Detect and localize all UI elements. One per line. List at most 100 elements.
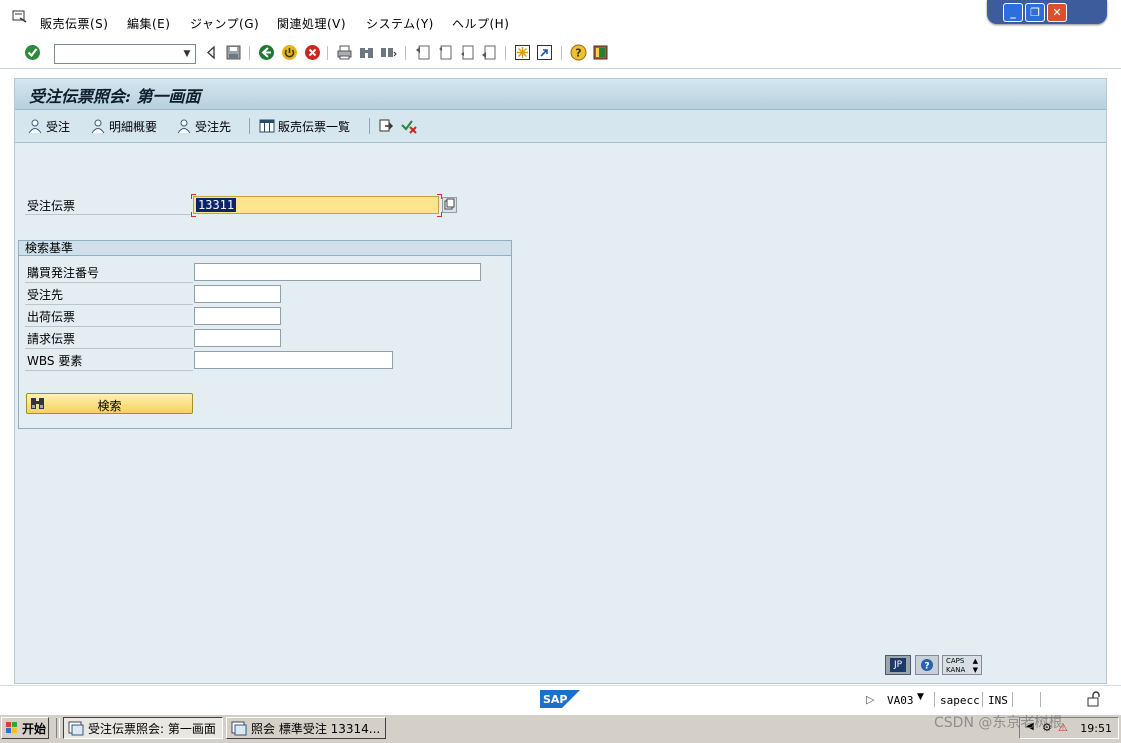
caps-label: CAPS (946, 657, 965, 665)
sold-to-label: 受注先 (27, 288, 64, 302)
watermark: CSDN @东京老树根 (934, 715, 1063, 731)
exit-icon[interactable] (281, 44, 298, 61)
search-button[interactable]: 検索 (26, 393, 193, 414)
save-icon[interactable] (225, 44, 242, 61)
order-number-value: 13311 (196, 198, 237, 212)
item-overview-button-label: 明細概要 (109, 119, 158, 134)
find-icon[interactable] (358, 44, 375, 61)
chevron-down-icon[interactable]: ▼ (917, 692, 924, 702)
chevron-updown-icon: ▲ ▼ (972, 657, 978, 674)
shortcut-icon[interactable] (536, 44, 553, 61)
ime-help-indicator[interactable]: ? (915, 655, 939, 675)
help-icon: ? (921, 659, 933, 672)
sap-window-icon (68, 721, 84, 736)
menu-edit[interactable]: 編集(E) (127, 15, 170, 32)
main-screen: 受注伝票照会: 第一画面 受注 明細概要 受注先 販売伝票一覧 受注伝票 133… (14, 78, 1107, 684)
windows-logo-icon (6, 722, 17, 733)
command-field[interactable]: ▼ (54, 44, 196, 64)
person-icon (177, 119, 191, 134)
language-indicator[interactable]: JP (885, 655, 911, 675)
screen-title-bar: 受注伝票照会: 第一画面 (15, 79, 1106, 110)
search-criteria-group: 検索基準 購買発注番号 受注先 出荷伝票 請求伝票 WBS 要素 検索 (18, 240, 512, 429)
minimize-button[interactable]: _ (1003, 3, 1023, 22)
menu-sales-document[interactable]: 販売伝票(S) (40, 15, 108, 32)
last-page-icon[interactable] (480, 44, 497, 61)
menu-system[interactable]: システム(Y) (366, 15, 434, 32)
status-expand-icon[interactable]: ▷ (866, 693, 874, 706)
item-overview-button[interactable]: 明細概要 (90, 117, 157, 135)
menu-related[interactable]: 関連処理(V) (277, 15, 346, 32)
language-label: JP (890, 658, 906, 672)
create-session-icon[interactable] (514, 44, 531, 61)
restore-button[interactable]: ❐ (1025, 3, 1045, 22)
task-order-display[interactable]: 受注伝票照会: 第一画面 (63, 717, 223, 739)
svg-text:SAP: SAP (543, 693, 568, 706)
sales-document-list-label: 販売伝票一覧 (278, 119, 351, 134)
task-standard-order[interactable]: 照会 標準受注 13314... (226, 717, 386, 739)
start-button[interactable]: 开始 (1, 717, 49, 739)
caps-kana-indicator[interactable]: CAPS KANA ▲ ▼ (942, 655, 982, 675)
input-indicators: JP ? CAPS KANA ▲ ▼ (885, 655, 982, 677)
enter-icon[interactable] (24, 44, 41, 61)
check-cancel-icon[interactable] (401, 118, 417, 134)
po-number-label: 購買発注番号 (27, 266, 100, 280)
window-controls: _ ❐ ✕ (987, 0, 1107, 24)
wbs-input[interactable] (194, 351, 393, 369)
order-button[interactable]: 受注 (27, 117, 70, 135)
first-page-icon[interactable] (414, 44, 431, 61)
order-button-label: 受注 (46, 119, 71, 134)
input-mode: INS (988, 694, 1008, 707)
standard-toolbar: ▼ ? (0, 38, 1121, 69)
sap-window-icon (231, 721, 247, 736)
start-label: 开始 (22, 721, 47, 736)
wbs-label: WBS 要素 (27, 354, 83, 368)
order-label: 受注伝票 (27, 199, 76, 213)
window-menu-icon[interactable] (12, 10, 28, 24)
transaction-code: VA03 (887, 694, 914, 707)
next-page-icon[interactable] (458, 44, 475, 61)
page-title: 受注伝票照会: 第一画面 (29, 87, 201, 106)
po-number-input[interactable] (194, 263, 481, 281)
menu-bar: 販売伝票(S) 編集(E) ジャンプ(G) 関連処理(V) システム(Y) ヘル… (0, 0, 1121, 38)
sap-logo: SAP (540, 690, 580, 708)
label-underline (25, 214, 191, 215)
task-label: 照会 標準受注 13314... (251, 721, 381, 736)
person-icon (28, 119, 42, 134)
chevron-down-icon[interactable]: ▼ (179, 45, 195, 63)
cancel-icon[interactable] (304, 44, 321, 61)
svg-text:?: ? (924, 662, 929, 672)
menu-jump[interactable]: ジャンプ(G) (190, 15, 259, 32)
svg-text:?: ? (575, 47, 581, 60)
sold-to-input[interactable] (194, 285, 281, 303)
collapse-arrow-icon[interactable] (203, 44, 220, 61)
application-toolbar: 受注 明細概要 受注先 販売伝票一覧 (15, 110, 1106, 143)
group-title: 検索基準 (25, 241, 74, 255)
find-next-icon[interactable] (380, 44, 397, 61)
print-icon[interactable] (336, 44, 353, 61)
search-button-label: 検索 (97, 399, 122, 413)
sales-document-list-button[interactable]: 販売伝票一覧 (259, 117, 350, 135)
order-number-input[interactable]: 13311 (193, 196, 439, 214)
value-help-button[interactable] (442, 197, 457, 213)
server-name: sapecc (940, 694, 980, 707)
task-label: 受注伝票照会: 第一画面 (88, 721, 216, 736)
table-icon (259, 119, 275, 133)
delivery-input[interactable] (194, 307, 281, 325)
billing-label: 請求伝票 (27, 332, 76, 346)
person-icon (91, 119, 105, 134)
close-button[interactable]: ✕ (1047, 3, 1067, 22)
status-bar: SAP ▷ VA03 ▼ sapecc INS (0, 685, 1121, 714)
previous-page-icon[interactable] (436, 44, 453, 61)
group-title-bar: 検索基準 (19, 241, 511, 256)
sold-to-button[interactable]: 受注先 (176, 117, 231, 135)
lock-icon[interactable] (1086, 691, 1102, 707)
back-icon[interactable] (258, 44, 275, 61)
help-icon[interactable]: ? (570, 44, 587, 61)
billing-input[interactable] (194, 329, 281, 347)
delivery-label: 出荷伝票 (27, 310, 76, 324)
display-document-flow-icon[interactable] (378, 118, 394, 134)
command-input[interactable] (55, 45, 179, 61)
menu-help[interactable]: ヘルプ(H) (452, 15, 509, 32)
sold-to-button-label: 受注先 (195, 119, 232, 134)
layout-menu-icon[interactable] (592, 44, 609, 61)
